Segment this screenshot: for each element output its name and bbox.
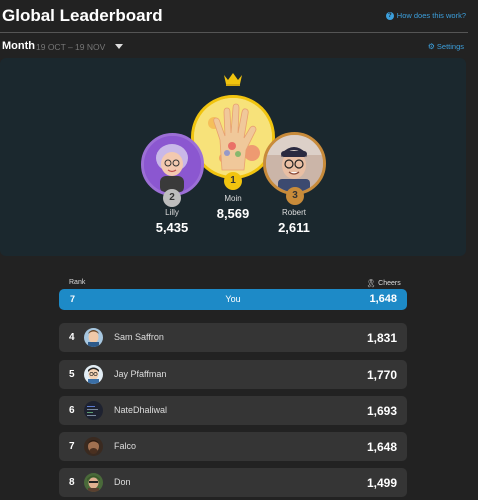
avatar[interactable] xyxy=(84,401,103,420)
hand-painting-avatar xyxy=(194,98,272,176)
photo-avatar xyxy=(266,135,323,192)
crown-icon xyxy=(224,73,242,86)
page-title: Global Leaderboard xyxy=(2,6,163,25)
row-rank: 8 xyxy=(69,477,75,488)
row-rank: 6 xyxy=(69,405,75,416)
row-cheers: 1,693 xyxy=(366,404,397,418)
podium-name-first[interactable]: Moin xyxy=(193,194,273,203)
avatar[interactable] xyxy=(84,437,103,456)
row-cheers: 1,499 xyxy=(366,476,397,490)
podium-score-second: 5,435 xyxy=(155,220,189,235)
avatar[interactable] xyxy=(84,473,103,492)
cartoon-avatar xyxy=(144,136,201,193)
column-header-rank: Rank xyxy=(69,279,86,286)
avatar-third-place[interactable] xyxy=(263,132,326,195)
row-cheers: 1,770 xyxy=(366,368,397,382)
row-name[interactable]: Falco xyxy=(114,441,136,451)
podium: 1 2 3 Moin 8,569 Lilly 5,435 Robert 2,61… xyxy=(0,58,466,256)
ribbon-icon: 🎗 xyxy=(366,279,377,288)
current-user-name: You xyxy=(225,294,241,304)
row-name[interactable]: NateDhaliwal xyxy=(114,405,167,415)
row-name[interactable]: Don xyxy=(114,477,131,487)
avatar[interactable] xyxy=(84,365,103,384)
leaderboard-row[interactable]: 8 Don 1,499 xyxy=(59,468,407,497)
podium-score-third: 2,611 xyxy=(278,220,310,235)
leaderboard-row[interactable]: 7 Falco 1,648 xyxy=(59,432,407,461)
avatar-second-place[interactable] xyxy=(141,133,204,196)
row-name[interactable]: Sam Saffron xyxy=(114,332,164,342)
period-range: 19 OCT – 19 NOV xyxy=(36,42,106,52)
help-link-label: How does this work? xyxy=(396,11,466,20)
question-icon: ? xyxy=(385,11,394,20)
row-rank: 7 xyxy=(69,441,75,452)
avatar[interactable] xyxy=(84,328,103,347)
rank-badge-first: 1 xyxy=(224,172,242,190)
row-rank: 5 xyxy=(69,369,75,380)
current-user-cheers: 1,648 xyxy=(369,293,397,305)
column-header-cheers-label: Cheers xyxy=(378,280,401,287)
current-user-row[interactable]: 7 You 1,648 xyxy=(59,289,407,310)
settings-label: Settings xyxy=(436,42,464,51)
period-dropdown[interactable]: Month xyxy=(2,40,35,52)
podium-name-second[interactable]: Lilly xyxy=(132,208,212,217)
settings-link[interactable]: ⚙ Settings xyxy=(428,42,464,51)
page-header: Global Leaderboard ? How does this work? xyxy=(0,0,478,34)
row-name[interactable]: Jay Pfaffman xyxy=(114,369,166,379)
row-rank: 4 xyxy=(69,332,75,343)
rank-badge-third: 3 xyxy=(286,187,304,205)
row-cheers: 1,648 xyxy=(366,440,397,454)
gear-icon: ⚙ xyxy=(427,42,435,51)
column-header-cheers: 🎗 Cheers xyxy=(366,279,401,288)
period-selector: Month 19 OCT – 19 NOV ⚙ Settings xyxy=(0,38,478,56)
podium-name-third[interactable]: Robert xyxy=(254,208,334,217)
leaderboard-row[interactable]: 5 Jay Pfaffman 1,770 xyxy=(59,360,407,389)
leaderboard-row[interactable]: 4 Sam Saffron 1,831 xyxy=(59,323,407,352)
row-cheers: 1,831 xyxy=(366,331,397,345)
rank-badge-second: 2 xyxy=(163,189,181,207)
caret-down-icon[interactable] xyxy=(115,44,123,49)
header-divider xyxy=(0,32,468,33)
help-link[interactable]: ? How does this work? xyxy=(385,11,466,20)
leaderboard-row[interactable]: 6 NateDhaliwal 1,693 xyxy=(59,396,407,425)
